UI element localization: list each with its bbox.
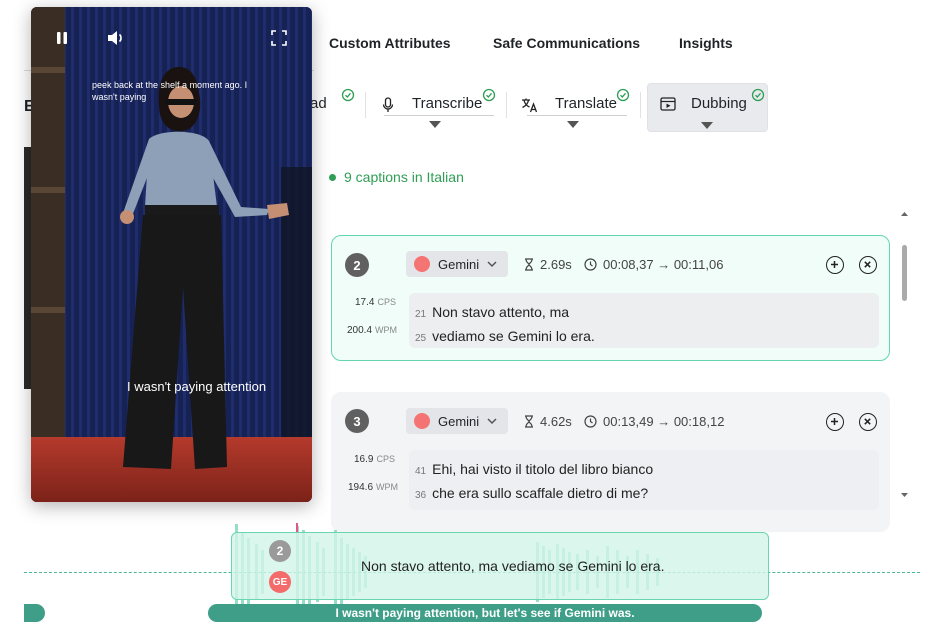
hourglass-icon — [525, 258, 533, 271]
duration-value: 2.69s — [540, 257, 572, 272]
fullscreen-icon[interactable] — [271, 30, 287, 46]
caption-time-range: 00:08,37 → 00:11,06 — [584, 257, 723, 272]
time-range-value: 00:08,37 → 00:11,06 — [603, 257, 724, 272]
add-caption-button[interactable] — [826, 256, 844, 274]
tool-translate-label: Translate — [555, 95, 617, 112]
tool-dubbing-label: Dubbing — [691, 95, 747, 112]
caption-card[interactable]: 3 Gemini 4.62s 00:13,49 → 00:18,12 16.9 C… — [331, 392, 890, 532]
voice-name: Gemini — [438, 413, 480, 429]
tool-transcribe-underline — [384, 115, 494, 116]
chevron-down-icon[interactable] — [429, 121, 441, 128]
video-preview-panel[interactable]: peek back at the shelf a moment ago. I w… — [31, 7, 312, 502]
voice-selector[interactable]: Gemini — [406, 251, 508, 277]
clock-icon — [584, 415, 597, 428]
caption-line: 36 che era sullo scaffale dietro di me? — [415, 485, 649, 501]
clock-icon — [584, 258, 597, 271]
delete-caption-button[interactable] — [859, 413, 877, 431]
scroll-up-arrow-icon[interactable] — [900, 210, 909, 218]
tool-separator — [640, 92, 641, 118]
tool-translate[interactable]: Translate — [517, 84, 635, 130]
microphone-icon — [382, 97, 394, 112]
cps-stat: 17.4 CPS — [355, 297, 396, 308]
caption-count-status: 9 captions in Italian — [329, 169, 464, 185]
tool-upload-label-partial[interactable]: ad — [310, 95, 327, 112]
voice-selector[interactable]: Gemini — [406, 408, 508, 434]
dubbing-done-check-icon — [751, 88, 765, 102]
timeline-voice-avatar: GE — [269, 571, 291, 593]
tool-translate-underline — [527, 115, 627, 116]
close-icon — [864, 418, 871, 425]
video-subtitle-lower: I wasn't paying attention — [127, 379, 267, 394]
nav-tab-custom-attributes[interactable]: Custom Attributes — [329, 35, 451, 51]
tool-transcribe[interactable]: Transcribe — [376, 84, 500, 130]
cps-stat: 16.9 CPS — [354, 454, 395, 465]
time-range-value: 00:13,49 → 00:18,12 — [603, 414, 725, 429]
volume-icon[interactable] — [107, 30, 125, 46]
caption-card[interactable]: 2 Gemini 2.69s 00:08,37 → 00:11,06 17.4 C… — [331, 235, 890, 361]
source-transcript-bar[interactable]: I wasn't paying attention, but let's see… — [208, 604, 762, 622]
pause-icon[interactable] — [55, 31, 69, 45]
chevron-down-icon[interactable] — [567, 121, 579, 128]
source-transcript-text: I wasn't paying attention, but let's see… — [335, 606, 635, 620]
caption-count-text: 9 captions in Italian — [344, 169, 464, 185]
caption-number-badge: 2 — [345, 253, 369, 277]
chevron-down-icon[interactable] — [701, 122, 713, 129]
voice-avatar-icon — [414, 413, 430, 429]
timeline-segment-text: Non stavo attento, ma vediamo se Gemini … — [361, 558, 665, 574]
tool-separator — [365, 92, 366, 118]
plus-icon — [831, 418, 838, 425]
caption-line: 21 Non stavo attento, ma — [415, 304, 570, 320]
tool-dubbing[interactable]: Dubbing — [647, 83, 768, 132]
voice-avatar-icon — [414, 256, 430, 272]
caption-text-editor[interactable]: 21 Non stavo attento, ma 25 vediamo se Gem… — [409, 293, 879, 348]
plus-icon — [831, 261, 838, 268]
add-caption-button[interactable] — [826, 413, 844, 431]
wpm-stat: 194.6 WPM — [348, 482, 399, 493]
close-icon — [864, 261, 871, 268]
scrollbar-thumb[interactable] — [902, 245, 907, 301]
nav-tab-insights[interactable]: Insights — [679, 35, 733, 51]
caption-time-range: 00:13,49 → 00:18,12 — [584, 414, 724, 429]
upload-done-check-icon — [341, 88, 355, 102]
voice-name: Gemini — [438, 256, 480, 272]
caption-number-badge: 3 — [345, 409, 369, 433]
video-subtitle-upper: peek back at the shelf a moment ago. I w… — [92, 80, 248, 102]
duration-value: 4.62s — [540, 414, 572, 429]
hourglass-icon — [525, 415, 533, 428]
timeline-segment-number: 2 — [269, 540, 291, 562]
tool-separator — [506, 92, 507, 118]
film-icon — [660, 97, 676, 111]
caption-line: 41 Ehi, hai visto il titolo del libro bia… — [415, 461, 654, 477]
translate-done-check-icon — [616, 88, 630, 102]
caption-duration: 4.62s — [524, 414, 572, 429]
wpm-stat: 200.4 WPM — [347, 325, 398, 336]
status-dot-icon — [329, 173, 336, 181]
chevron-down-icon — [487, 417, 497, 424]
delete-caption-button[interactable] — [859, 256, 877, 274]
caption-text-editor[interactable]: 41 Ehi, hai visto il titolo del libro bia… — [409, 450, 879, 510]
translate-icon — [522, 98, 538, 113]
nav-tab-safe-communications[interactable]: Safe Communications — [493, 35, 640, 51]
tool-transcribe-label: Transcribe — [412, 95, 483, 112]
caption-line: 25 vediamo se Gemini lo era. — [415, 328, 595, 344]
timeline-previous-segment[interactable] — [24, 604, 45, 622]
caption-duration: 2.69s — [524, 257, 572, 272]
chevron-down-icon — [487, 260, 497, 267]
scroll-down-arrow-icon[interactable] — [900, 491, 909, 499]
transcribe-done-check-icon — [482, 88, 496, 102]
